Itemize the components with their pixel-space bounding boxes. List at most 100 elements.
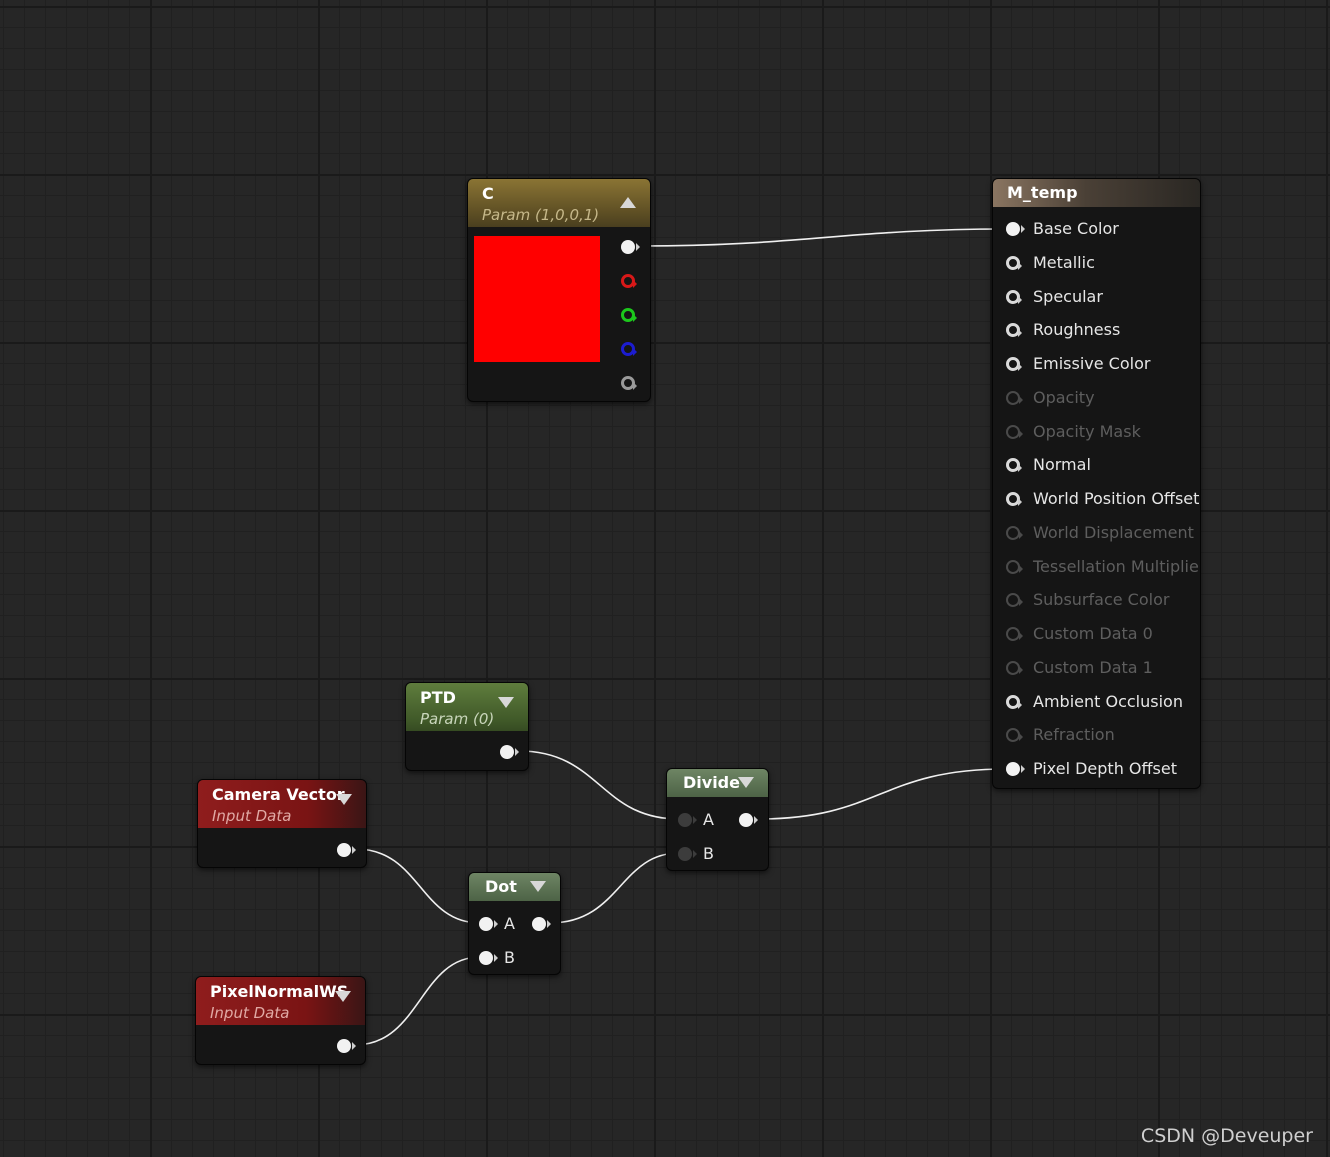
blue-output-pin[interactable] [621, 342, 637, 356]
expand-arrow-icon[interactable] [335, 991, 351, 1002]
material-input-row[interactable]: Normal [993, 449, 1200, 483]
material-input-label: Metallic [1033, 252, 1095, 272]
material-input-row[interactable]: Tessellation Multiplier [993, 551, 1200, 585]
material-input-row[interactable]: World Displacement [993, 517, 1200, 551]
material-input-row[interactable]: Subsurface Color [993, 584, 1200, 618]
node-subtitle: Param (0) [420, 710, 495, 728]
material-input-pin[interactable] [1006, 525, 1023, 540]
dot-input-b-pin[interactable] [479, 951, 498, 965]
material-input-pin[interactable] [1006, 492, 1022, 506]
node-header[interactable]: Camera Vector Input Data [198, 780, 366, 828]
divide-input-b-label: B [703, 844, 714, 863]
node-header[interactable]: Divide [667, 769, 768, 797]
material-input-pin[interactable] [1006, 694, 1022, 709]
divide-input-b-pin[interactable] [678, 847, 697, 861]
expand-arrow-icon[interactable] [738, 777, 754, 788]
expand-arrow-icon[interactable] [498, 697, 514, 708]
material-input-label: Roughness [1033, 320, 1121, 340]
vector-output-pin[interactable] [337, 1039, 356, 1053]
divide-input-a-label: A [703, 810, 714, 829]
material-input-row[interactable]: Pixel Depth Offset [993, 753, 1200, 787]
material-input-label: World Position Offset [1033, 489, 1200, 508]
material-input-row[interactable]: Ambient Occlusion [993, 686, 1200, 720]
material-input-label: Ambient Occlusion [1033, 691, 1183, 711]
node-title: M_temp [1007, 183, 1078, 202]
wire-camera-vector-to-dot-a [355, 848, 481, 924]
material-input-pin[interactable] [1006, 222, 1025, 236]
material-input-row[interactable]: Custom Data 0 [993, 618, 1200, 652]
material-input-pin[interactable] [1006, 458, 1022, 473]
material-input-pin[interactable] [1006, 559, 1023, 574]
material-input-pin[interactable] [1006, 762, 1025, 776]
material-input-pin[interactable] [1006, 390, 1023, 405]
expand-arrow-icon[interactable] [530, 881, 546, 892]
camera-vector-node[interactable]: Camera Vector Input Data [197, 779, 367, 868]
material-input-pin[interactable] [1006, 323, 1022, 338]
material-input-row[interactable]: Base Color [993, 213, 1200, 247]
dot-input-a-pin[interactable] [479, 917, 498, 931]
node-subtitle: Param (1,0,0,1) [482, 206, 600, 224]
material-input-row[interactable]: Opacity [993, 382, 1200, 416]
material-input-pin[interactable] [1006, 593, 1023, 608]
material-input-pin[interactable] [1006, 424, 1023, 439]
vector-output-pin[interactable] [337, 843, 356, 857]
material-input-pin[interactable] [1006, 728, 1023, 743]
material-input-pin[interactable] [1006, 357, 1022, 371]
material-input-label: Custom Data 0 [1033, 624, 1153, 643]
material-input-pin[interactable] [1006, 660, 1023, 675]
divide-output-pin[interactable] [739, 813, 758, 827]
wire-pixel-normal-to-dot-b [354, 956, 481, 1046]
alpha-output-pin[interactable] [621, 376, 637, 390]
material-input-label: Emissive Color [1033, 354, 1151, 373]
dot-input-b-label: B [504, 948, 515, 967]
material-input-row[interactable]: Metallic [993, 247, 1200, 281]
material-input-label: Custom Data 1 [1033, 657, 1153, 677]
wire-dot-to-divide-b [549, 852, 680, 924]
material-input-row[interactable]: Custom Data 1 [993, 652, 1200, 686]
material-input-row[interactable]: Emissive Color [993, 348, 1200, 382]
material-input-pin[interactable] [1006, 627, 1023, 641]
node-subtitle: Input Data [210, 1004, 290, 1022]
node-header[interactable]: PixelNormalWS Input Data [196, 977, 365, 1025]
material-input-label: Pixel Depth Offset [1033, 759, 1177, 778]
node-header[interactable]: C Param (1,0,0,1) [468, 179, 650, 227]
material-input-label: Opacity [1033, 387, 1095, 407]
material-input-pin[interactable] [1006, 289, 1022, 304]
watermark-text: CSDN @Deveuper [1140, 1125, 1313, 1147]
expand-arrow-icon[interactable] [336, 794, 352, 805]
wire-divide-to-pixel-depth-offset [757, 768, 1007, 820]
wire-c-to-base-color [640, 228, 1007, 247]
color-swatch [474, 236, 600, 362]
dot-product-node[interactable]: Dot A B [468, 872, 561, 975]
node-header[interactable]: PTD Param (0) [406, 683, 528, 731]
node-header[interactable]: Dot [469, 873, 560, 901]
material-input-label: Base Color [1033, 219, 1119, 238]
material-input-label: Subsurface Color [1033, 590, 1170, 610]
node-header[interactable]: M_temp [993, 179, 1200, 207]
divide-input-a-pin[interactable] [678, 813, 697, 827]
scalar-output-pin[interactable] [500, 745, 519, 759]
material-input-row[interactable]: Specular [993, 281, 1200, 315]
rgba-output-pin[interactable] [621, 240, 640, 254]
material-result-node[interactable]: M_temp Base Color Metallic Specular Roughne… [992, 178, 1201, 789]
dot-output-pin[interactable] [532, 917, 551, 931]
collapse-arrow-icon[interactable] [620, 197, 636, 208]
vector-parameter-node[interactable]: C Param (1,0,0,1) [467, 178, 651, 402]
material-input-row[interactable]: Opacity Mask [993, 416, 1200, 450]
material-input-row[interactable]: Refraction [993, 719, 1200, 753]
material-input-label: Opacity Mask [1033, 421, 1141, 441]
node-subtitle: Input Data [212, 807, 292, 825]
node-title: Divide [683, 773, 740, 792]
material-input-label: Normal [1033, 455, 1091, 475]
material-input-label: World Displacement [1033, 522, 1194, 542]
material-input-row[interactable]: Roughness [993, 314, 1200, 348]
material-input-row[interactable]: World Position Offset [993, 483, 1200, 517]
scalar-parameter-node[interactable]: PTD Param (0) [405, 682, 529, 771]
red-output-pin[interactable] [621, 274, 637, 288]
green-output-pin[interactable] [621, 308, 637, 322]
dot-input-a-label: A [504, 914, 515, 933]
divide-node[interactable]: Divide A B [666, 768, 769, 871]
pixel-normal-ws-node[interactable]: PixelNormalWS Input Data [195, 976, 366, 1065]
material-input-pin[interactable] [1006, 255, 1022, 270]
wire-ptd-to-divide-a [518, 750, 680, 820]
